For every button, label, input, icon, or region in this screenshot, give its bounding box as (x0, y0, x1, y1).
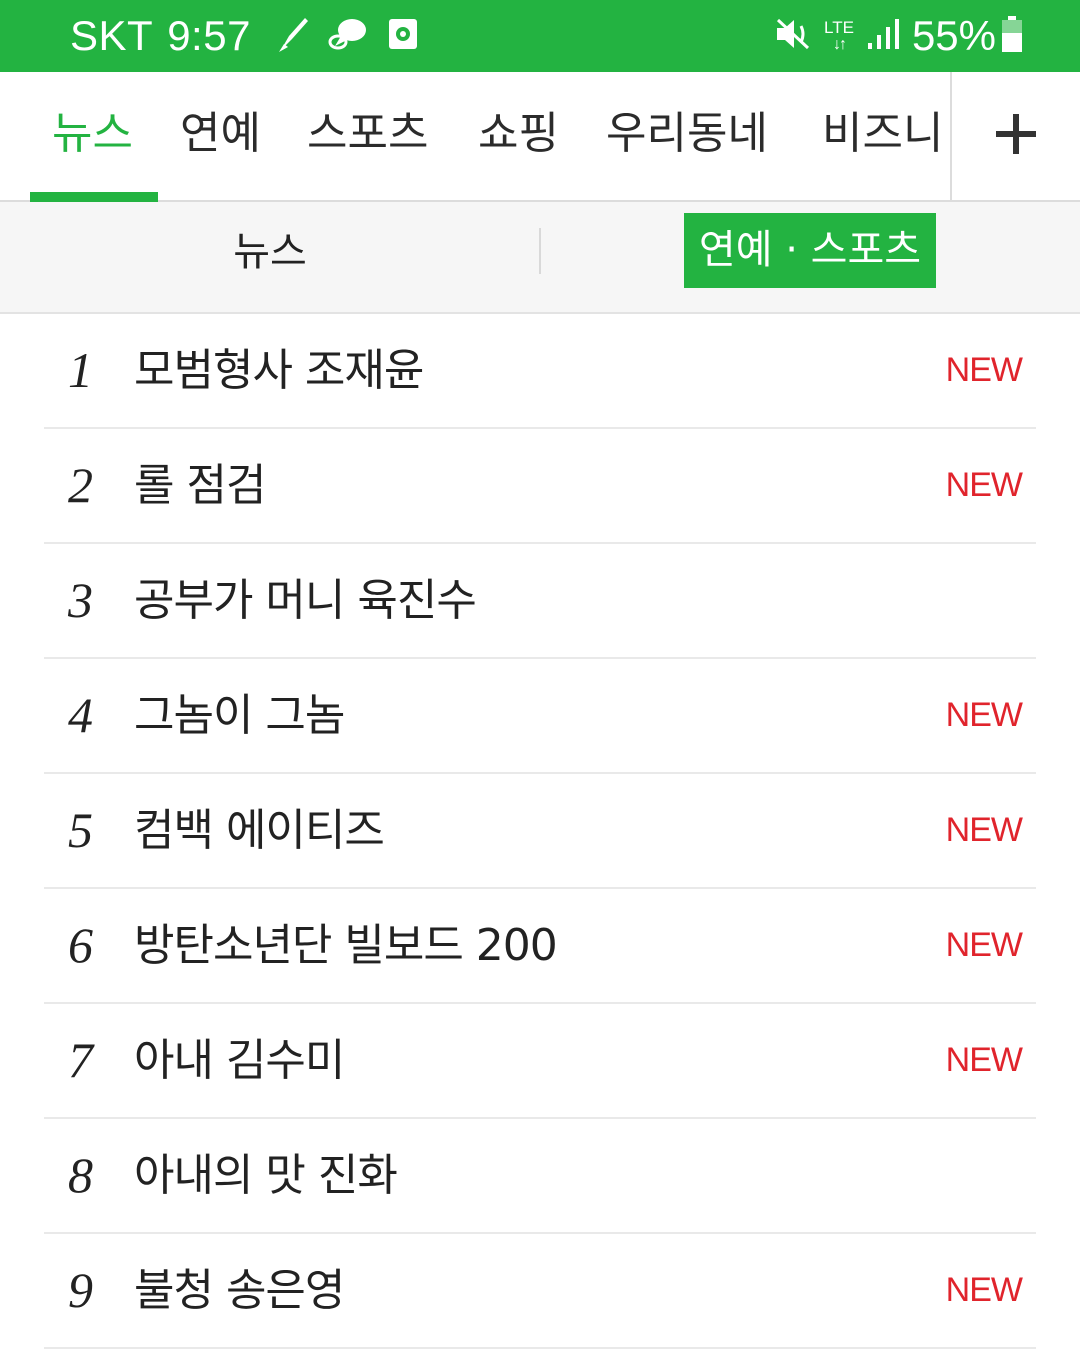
battery-percent: 55% (911, 12, 996, 59)
segment-entertainment-sports-button[interactable]: 연예 · 스포츠 (684, 213, 936, 288)
ranking-list: 1 모범형사 조재윤 NEW 2 롤 점검 NEW 3 공부가 머니 육진수 4 그놈이 그놈 NE… (44, 314, 1036, 1349)
screenshot-icon (387, 17, 419, 55)
signal-icon (866, 17, 900, 55)
rank-keyword-link[interactable]: 공부가 머니 육진수 (134, 544, 477, 657)
rank-keyword-link[interactable]: 불청 송은영 (134, 1234, 345, 1347)
rank-keyword-link[interactable]: 모범형사 조재윤 (134, 314, 424, 427)
new-badge: NEW (945, 1271, 1023, 1309)
ranking-row[interactable]: 9 불청 송은영 NEW (44, 1234, 1036, 1349)
carrier-label: SKT (70, 12, 154, 59)
new-badge: NEW (945, 466, 1023, 504)
mute-vibrate-icon (774, 16, 814, 56)
new-badge: NEW (945, 1041, 1023, 1079)
status-right: LTE ↓↑ 55% (762, 0, 1024, 72)
tab-shopping[interactable]: 쇼핑 (478, 72, 559, 200)
rank-keyword-link[interactable]: 그놈이 그놈 (134, 659, 345, 772)
active-tab-indicator (30, 192, 158, 202)
rank-keyword-link[interactable]: 아내 김수미 (134, 1004, 345, 1117)
rank-keyword-link[interactable]: 아내의 맛 진화 (134, 1119, 398, 1232)
tab-business-clip: 비즈니 (812, 72, 950, 200)
tab-business[interactable]: 비즈니 (822, 72, 943, 200)
rank-number: 8 (68, 1147, 93, 1203)
rank-keyword-link[interactable]: 컴백 에이티즈 (134, 774, 385, 887)
brush-icon (275, 14, 309, 58)
tab-sports[interactable]: 스포츠 (307, 72, 428, 200)
rank-number: 5 (68, 802, 93, 858)
ranking-row[interactable]: 3 공부가 머니 육진수 (44, 544, 1036, 659)
add-tab-button[interactable] (952, 72, 1080, 200)
rank-number: 4 (68, 687, 93, 743)
tab-entertainment[interactable]: 연예 (180, 72, 261, 200)
rank-number: 6 (68, 917, 93, 973)
segment-news-button[interactable]: 뉴스 (0, 202, 540, 312)
tab-neighborhood[interactable]: 우리동네 (606, 72, 768, 200)
segment-divider (539, 228, 541, 274)
ranking-row[interactable]: 7 아내 김수미 NEW (44, 1004, 1036, 1119)
main-tab-bar: 뉴스 연예 스포츠 쇼핑 우리동네 비즈니 (0, 72, 1080, 202)
tab-news[interactable]: 뉴스 (52, 72, 133, 200)
new-badge: NEW (945, 811, 1023, 849)
ranking-row[interactable]: 5 컴백 에이티즈 NEW (44, 774, 1036, 889)
clock-label: 9:57 (167, 12, 251, 59)
status-left: SKT 9:57 (70, 0, 419, 72)
ranking-row[interactable]: 2 롤 점검 NEW (44, 429, 1036, 544)
lte-label: LTE (824, 18, 854, 37)
rank-number: 1 (68, 342, 93, 398)
rank-keyword-link[interactable]: 롤 점검 (134, 429, 266, 542)
rank-keyword-link[interactable]: 방탄소년단 빌보드 200 (134, 889, 558, 1002)
rank-number: 9 (68, 1262, 93, 1318)
new-badge: NEW (945, 926, 1023, 964)
rank-number: 2 (68, 457, 93, 513)
chat-icon (327, 14, 369, 58)
ranking-row[interactable]: 8 아내의 맛 진화 (44, 1119, 1036, 1234)
plus-icon (992, 110, 1040, 162)
rank-number: 3 (68, 572, 93, 628)
ranking-segment-control: 뉴스 연예 · 스포츠 (0, 202, 1080, 314)
ranking-row[interactable]: 6 방탄소년단 빌보드 200 NEW (44, 889, 1036, 1004)
new-badge: NEW (945, 351, 1023, 389)
lte-data-icon: LTE ↓↑ (824, 18, 854, 53)
new-badge: NEW (945, 696, 1023, 734)
ranking-row[interactable]: 4 그놈이 그놈 NEW (44, 659, 1036, 774)
status-bar: SKT 9:57 LTE ↓↑ 55% (0, 0, 1080, 72)
battery-icon (1000, 15, 1024, 57)
ranking-row[interactable]: 1 모범형사 조재윤 NEW (44, 314, 1036, 429)
rank-number: 7 (68, 1032, 93, 1088)
